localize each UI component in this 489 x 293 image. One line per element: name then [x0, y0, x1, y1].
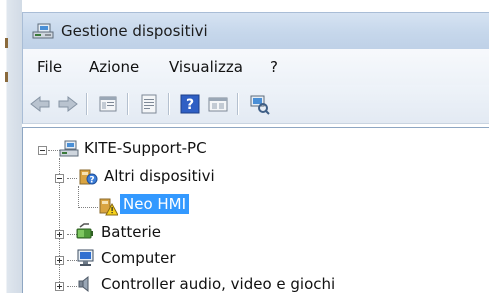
driver-details-icon[interactable]: [206, 92, 230, 116]
device-manager-icon: [32, 23, 54, 39]
monitor-icon: [77, 249, 94, 266]
expand-controller-audio-toggle[interactable]: [55, 282, 64, 291]
warning-device-icon: [99, 198, 118, 216]
battery-icon: [76, 223, 93, 239]
scan-hardware-icon[interactable]: [247, 92, 271, 116]
tree-connector: [78, 207, 98, 208]
expand-batterie-toggle[interactable]: [55, 230, 64, 239]
toolbar-separator: [168, 93, 170, 115]
window-title: Gestione dispositivi: [61, 22, 208, 40]
tree-node-batterie[interactable]: Batterie: [98, 222, 164, 242]
tree-node-computer[interactable]: Computer: [98, 248, 179, 268]
device-manager-window: Gestione dispositivi File Azione Visuali…: [0, 0, 489, 293]
unknown-device-icon: ?: [79, 169, 98, 186]
speaker-icon: [78, 275, 89, 293]
toolbar-separator: [86, 93, 88, 115]
computer-root-icon: [59, 140, 79, 157]
menu-azione[interactable]: Azione: [89, 58, 139, 76]
tree-node-altri-dispositivi[interactable]: Altri dispositivi: [101, 166, 218, 186]
expand-computer-toggle[interactable]: [55, 256, 64, 265]
tree-root-label[interactable]: KITE-Support-PC: [81, 138, 210, 158]
device-list-icon[interactable]: [137, 92, 161, 116]
properties-window-icon[interactable]: [96, 92, 120, 116]
forward-arrow-icon[interactable]: [56, 92, 80, 116]
tree-connector: [78, 186, 79, 208]
tree-node-controller-audio[interactable]: Controller audio, video e giochi: [98, 274, 338, 293]
menu-visualizza[interactable]: Visualizza: [169, 58, 243, 76]
menu-file[interactable]: File: [37, 58, 62, 76]
toolbar-separator: [127, 93, 129, 115]
tree-connector: [67, 178, 77, 179]
background-window-edge: [0, 0, 22, 293]
menu-help[interactable]: ?: [270, 58, 278, 76]
device-tree: KITE-Support-PC ? Altri dispositivi Neo …: [22, 127, 489, 293]
title-bar[interactable]: Gestione dispositivi: [22, 12, 489, 49]
edge-mark: [5, 38, 8, 48]
svg-text:?: ?: [186, 97, 194, 113]
tree-node-neo-hmi[interactable]: Neo HMI: [120, 194, 190, 214]
back-arrow-icon[interactable]: [28, 92, 52, 116]
collapse-root-toggle[interactable]: [38, 146, 47, 155]
svg-text:?: ?: [89, 176, 94, 186]
toolbar-separator: [237, 93, 239, 115]
collapse-altri-dispositivi-toggle[interactable]: [55, 174, 64, 183]
help-icon[interactable]: ?: [178, 92, 202, 116]
menu-bar: File Azione Visualizza ?: [22, 49, 489, 85]
edge-mark: [5, 72, 8, 82]
toolbar: ?: [22, 85, 489, 124]
